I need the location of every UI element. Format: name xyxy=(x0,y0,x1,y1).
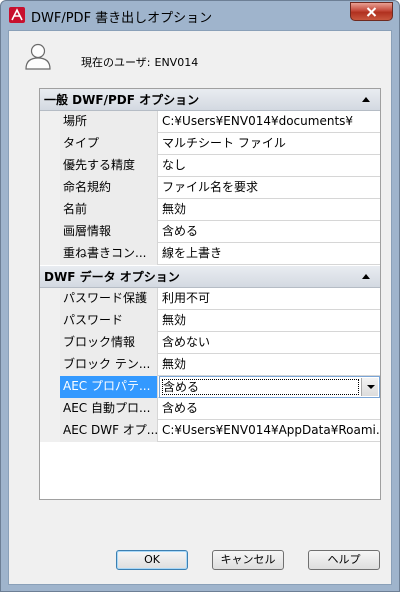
current-user-caption: 現在のユーザ: xyxy=(81,56,151,69)
section-dwf-data-title: DWF データ オプション xyxy=(44,270,180,284)
autocad-logo-icon xyxy=(9,7,25,23)
property-value[interactable]: マルチシート ファイル xyxy=(159,133,380,155)
dialog-window: DWF/PDF 書き出しオプション 現在のユーザ: ENV014 一般 DWF/P… xyxy=(0,0,400,592)
property-name: タイプ xyxy=(60,133,158,155)
property-value[interactable]: 含める xyxy=(159,398,380,420)
ok-button[interactable]: OK xyxy=(116,550,188,570)
property-row-aec-property[interactable]: AEC プロパテ... 含める xyxy=(40,376,380,398)
chevron-down-icon[interactable] xyxy=(361,378,378,396)
property-row-merge-control[interactable]: 重ね書きコン... 線を上書き xyxy=(40,243,380,265)
property-value[interactable]: 無効 xyxy=(159,199,380,221)
property-name: 優先する精度 xyxy=(60,155,158,177)
property-row-location[interactable]: 場所 C:¥Users¥ENV014¥documents¥ xyxy=(40,111,380,133)
title-bar[interactable]: DWF/PDF 書き出しオプション xyxy=(1,1,399,29)
collapse-arrow-icon[interactable] xyxy=(362,274,370,279)
cancel-button[interactable]: キャンセル xyxy=(212,550,284,570)
user-icon xyxy=(25,43,51,70)
current-user-name: ENV014 xyxy=(154,56,199,69)
section-general[interactable]: 一般 DWF/PDF オプション xyxy=(40,89,380,111)
property-name: パスワード xyxy=(60,310,158,332)
property-name: ブロック情報 xyxy=(60,332,158,354)
property-name: 重ね書きコン... xyxy=(60,243,158,265)
property-row-name[interactable]: 名前 無効 xyxy=(40,199,380,221)
property-row-aec-auto-property[interactable]: AEC 自動プロ... 含める xyxy=(40,398,380,420)
property-row-aec-dwf-option[interactable]: AEC DWF オプ... C:¥Users¥ENV014¥AppData¥Ro… xyxy=(40,420,380,442)
close-button[interactable] xyxy=(350,2,393,21)
property-name: 場所 xyxy=(60,111,158,133)
property-row-password-protection[interactable]: パスワード保護 利用不可 xyxy=(40,288,380,310)
property-value[interactable]: C:¥Users¥ENV014¥AppData¥Roami... xyxy=(159,420,380,442)
property-row-layer-info[interactable]: 画層情報 含める xyxy=(40,221,380,243)
property-name: AEC 自動プロ... xyxy=(60,398,158,420)
property-value[interactable]: C:¥Users¥ENV014¥documents¥ xyxy=(159,111,380,133)
property-row-block-template[interactable]: ブロック テン... 無効 xyxy=(40,354,380,376)
property-grid: 一般 DWF/PDF オプション 場所 C:¥Users¥ENV014¥docu… xyxy=(39,88,381,500)
aec-property-select[interactable]: 含める xyxy=(159,376,380,398)
property-name: パスワード保護 xyxy=(60,288,158,310)
section-general-title: 一般 DWF/PDF オプション xyxy=(44,93,200,107)
property-row-precision[interactable]: 優先する精度 なし xyxy=(40,155,380,177)
property-value[interactable]: 無効 xyxy=(159,354,380,376)
current-user-label: 現在のユーザ: ENV014 xyxy=(81,54,198,70)
property-value[interactable]: 無効 xyxy=(159,310,380,332)
property-name: 名前 xyxy=(60,199,158,221)
property-row-block-info[interactable]: ブロック情報 含めない xyxy=(40,332,380,354)
help-button[interactable]: ヘルプ xyxy=(308,550,380,570)
property-value[interactable]: ファイル名を要求 xyxy=(159,177,380,199)
property-value[interactable]: 含めない xyxy=(159,332,380,354)
dialog-title: DWF/PDF 書き出しオプション xyxy=(31,11,213,26)
close-icon xyxy=(366,6,377,17)
collapse-arrow-icon[interactable] xyxy=(362,97,370,102)
property-row-password[interactable]: パスワード 無効 xyxy=(40,310,380,332)
property-name: ブロック テン... xyxy=(60,354,158,376)
property-value[interactable]: なし xyxy=(159,155,380,177)
property-value[interactable]: 線を上書き xyxy=(159,243,380,265)
property-name: 命名規約 xyxy=(60,177,158,199)
dialog-client: 現在のユーザ: ENV014 一般 DWF/PDF オプション 場所 C:¥Use… xyxy=(8,30,392,585)
focus-rect xyxy=(162,379,359,395)
property-name: 画層情報 xyxy=(60,221,158,243)
property-row-type[interactable]: タイプ マルチシート ファイル xyxy=(40,133,380,155)
property-name: AEC DWF オプ... xyxy=(60,420,158,442)
property-row-naming[interactable]: 命名規約 ファイル名を要求 xyxy=(40,177,380,199)
property-value[interactable]: 含める xyxy=(159,221,380,243)
property-value[interactable]: 利用不可 xyxy=(159,288,380,310)
property-name: AEC プロパテ... xyxy=(60,376,158,398)
section-dwf-data[interactable]: DWF データ オプション xyxy=(40,266,380,288)
